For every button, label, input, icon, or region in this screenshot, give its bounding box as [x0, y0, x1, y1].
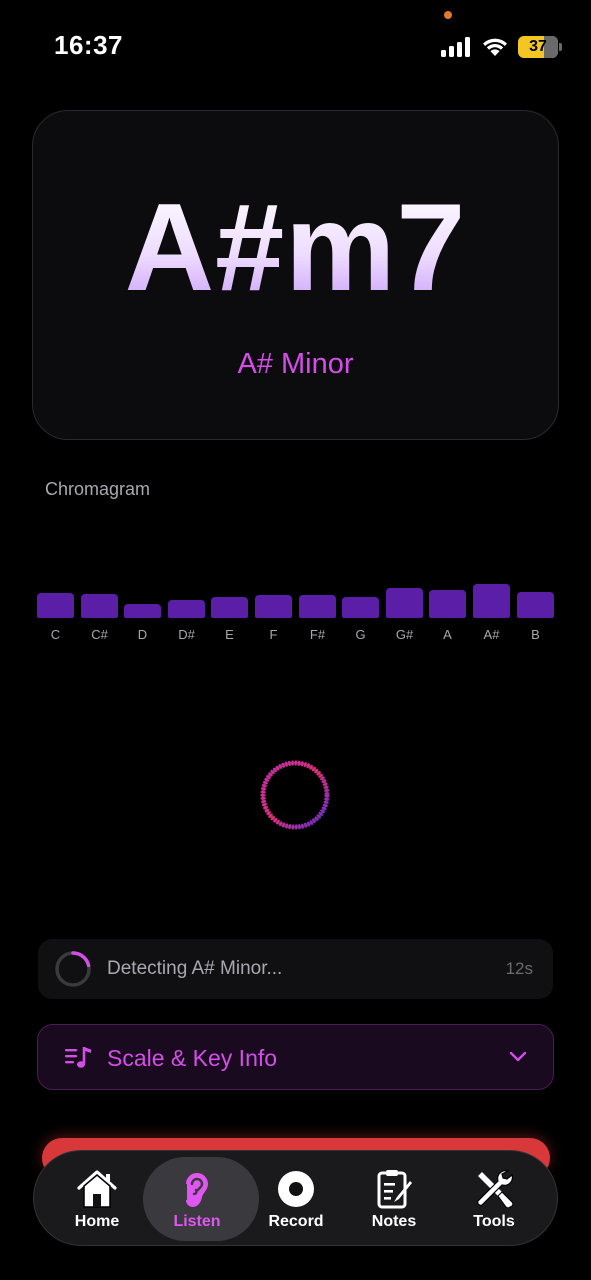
chroma-bar-fill [386, 588, 423, 618]
chroma-note-label: D [137, 627, 148, 642]
chroma-bar-fill [168, 600, 205, 618]
chroma-note-label: D# [178, 627, 195, 642]
chroma-note-label: A# [483, 627, 500, 642]
tab-tools-label: Tools [473, 1213, 515, 1230]
chroma-bar-fill [517, 592, 554, 618]
chroma-note-label: C [50, 627, 61, 642]
chroma-bar-g: G [342, 560, 379, 650]
chroma-bar-c: C [37, 560, 74, 650]
chord-card: A#m7 A# Minor [32, 110, 559, 440]
battery-level: 37 [529, 38, 547, 55]
chromagram: C C# D D# E F F# G G# A A# B [37, 560, 554, 650]
chroma-bar-fill [473, 584, 510, 618]
detecting-elapsed: 12s [505, 959, 533, 978]
chroma-bar-d: D [124, 560, 161, 650]
chromagram-label: Chromagram [45, 479, 151, 499]
status-time: 16:37 [54, 30, 123, 60]
chord-name: A#m7 [33, 183, 558, 313]
chroma-bar-e: E [211, 560, 248, 650]
scale-key-info-toggle[interactable]: Scale & Key Info [37, 1024, 554, 1090]
chroma-bar-f-sharp: F# [299, 560, 336, 650]
chroma-note-label: G# [395, 627, 414, 642]
chroma-bar-fill [255, 595, 292, 618]
chroma-bar-g-sharp: G# [386, 560, 423, 650]
chroma-bar-c-sharp: C# [81, 560, 118, 650]
chroma-note-label: F [269, 627, 278, 642]
listening-ring [260, 760, 330, 830]
home-icon [77, 1170, 117, 1208]
wifi-icon [483, 38, 507, 56]
chroma-bar-fill [299, 595, 336, 618]
chroma-bar-fill [124, 604, 161, 618]
chevron-down-icon [509, 1051, 527, 1062]
chroma-bar-d-sharp: D# [168, 560, 205, 650]
music-list-icon [65, 1047, 91, 1068]
chroma-note-label: E [225, 627, 234, 642]
privacy-indicator-dot [444, 11, 452, 19]
record-icon [278, 1171, 314, 1207]
chroma-bar-fill [342, 597, 379, 618]
progress-spinner-icon [55, 951, 91, 987]
detecting-text: Detecting A# Minor... [107, 958, 283, 979]
chroma-bar-f: F [255, 560, 292, 650]
chroma-bar-b: B [517, 560, 554, 650]
scale-key-info-label: Scale & Key Info [107, 1045, 278, 1071]
status-bar: 16:37 37 [0, 0, 591, 90]
tab-record[interactable]: Record [246, 1151, 346, 1247]
tab-home[interactable]: Home [47, 1151, 147, 1247]
tab-tools[interactable]: Tools [444, 1151, 544, 1247]
chroma-note-label: G [355, 627, 366, 642]
detecting-status: Detecting A# Minor... 12s [38, 939, 553, 999]
chroma-bar-fill [37, 593, 74, 618]
chroma-bar-a: A [429, 560, 466, 650]
chroma-note-label: C# [91, 627, 108, 642]
chroma-note-label: A [443, 627, 452, 642]
battery-icon: 37 [518, 36, 562, 58]
chord-key: A# Minor [237, 348, 354, 380]
clipboard-icon [377, 1170, 412, 1209]
chroma-note-label: F# [309, 627, 326, 642]
tab-notes[interactable]: Notes [344, 1151, 444, 1247]
chroma-bar-fill [429, 590, 466, 618]
tools-icon [477, 1170, 514, 1209]
chroma-note-label: B [531, 627, 540, 642]
chroma-bar-fill [211, 597, 248, 618]
tab-bar: Home Listen Record Notes Tools [33, 1150, 558, 1246]
chroma-bar-fill [81, 594, 118, 618]
ear-icon [186, 1173, 209, 1208]
tab-listen[interactable]: Listen [143, 1151, 259, 1247]
chroma-bar-a-sharp: A# [473, 560, 510, 650]
cellular-signal-icon [441, 37, 470, 57]
